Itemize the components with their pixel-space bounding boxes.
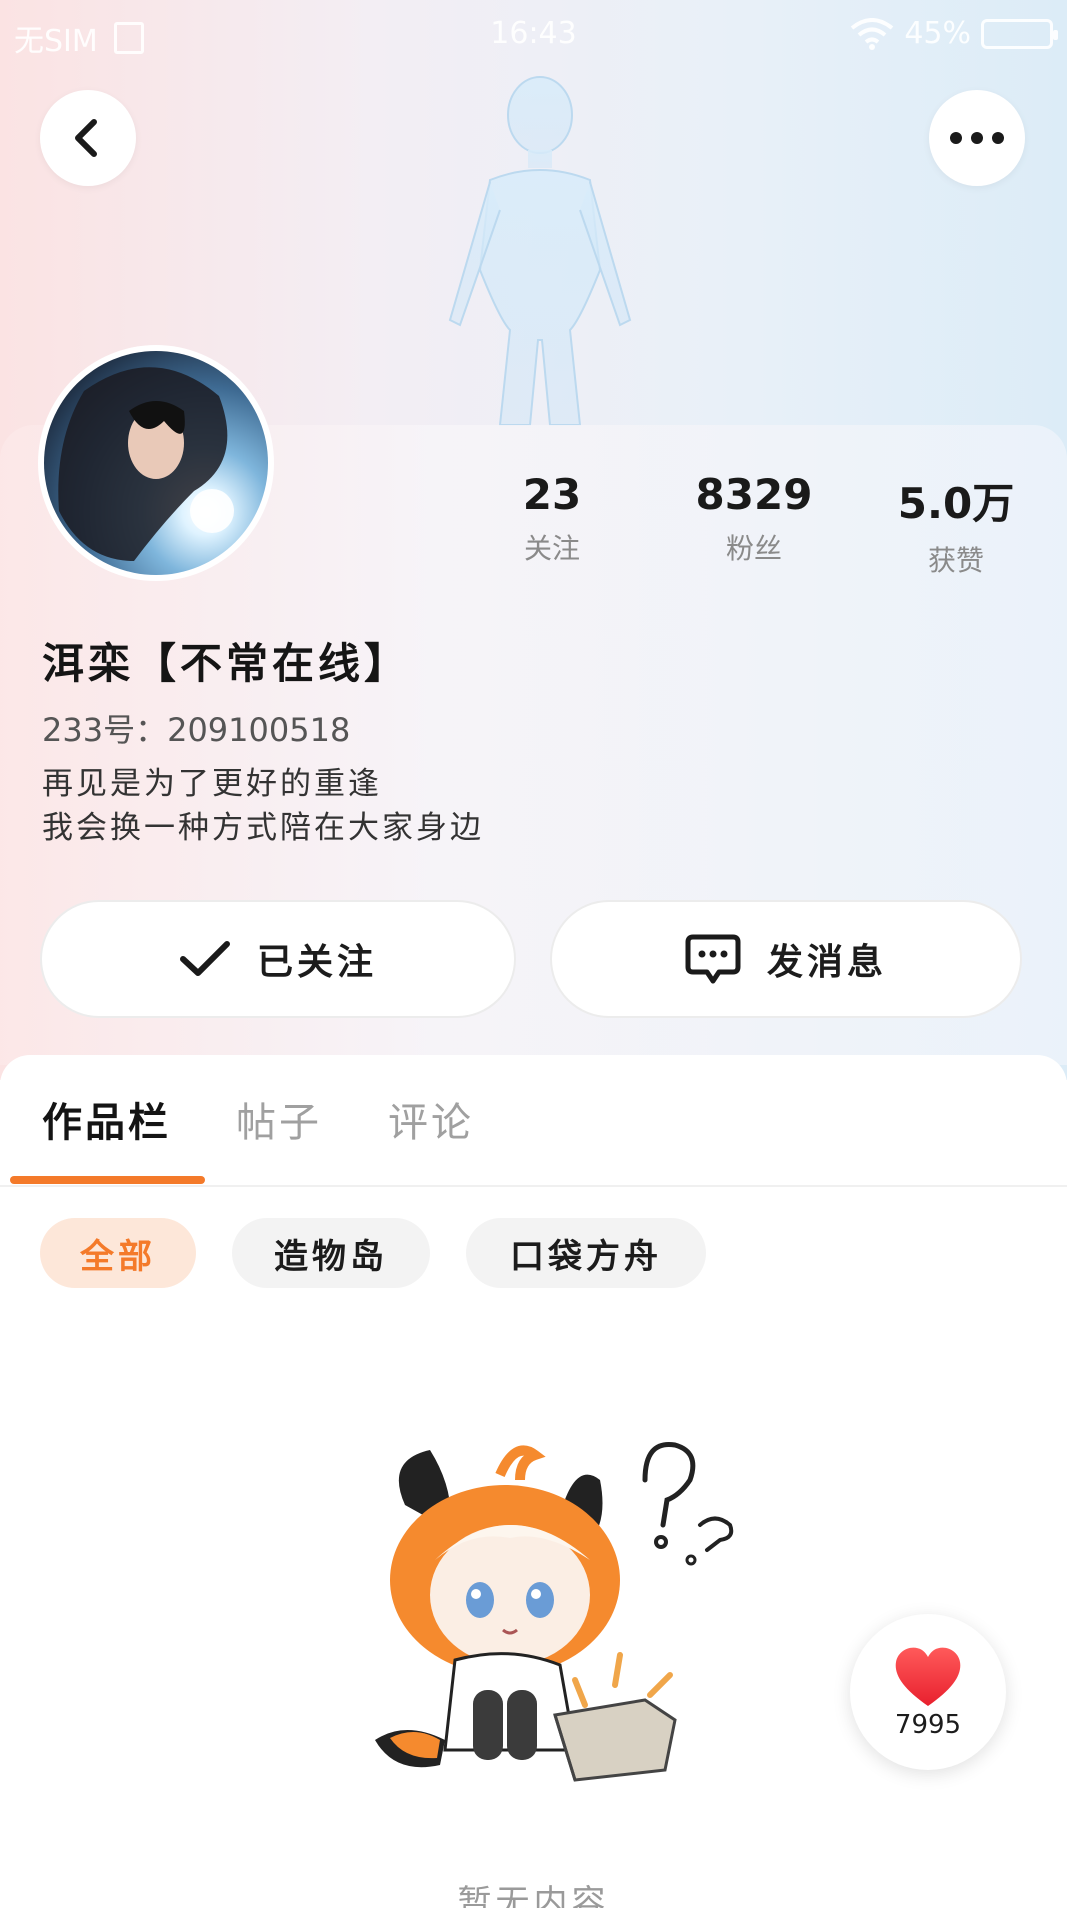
empty-state-illustration [375, 1441, 734, 1782]
wifi-icon [851, 17, 894, 50]
user-bio: 再见是为了更好的重逢 我会换一种方式陪在大家身边 [42, 762, 484, 850]
bio-line: 我会换一种方式陪在大家身边 [42, 810, 484, 846]
tab-works[interactable]: 作品栏 [42, 1090, 171, 1148]
user-name: 洱栾【不常在线】 [42, 639, 411, 688]
followers-count: 8329 [695, 470, 813, 519]
followed-button[interactable]: 已关注 [40, 900, 516, 1018]
filter-pocket-ark[interactable]: 口袋方舟 [466, 1218, 706, 1288]
followed-label: 已关注 [256, 942, 377, 983]
floating-like-button[interactable]: 7995 [850, 1614, 1006, 1770]
user-id[interactable]: 233号：209100518 [42, 705, 350, 751]
likes-stat: 5.0万 获赞 [866, 470, 1046, 579]
back-button[interactable] [40, 90, 136, 186]
likes-label: 获赞 [927, 544, 984, 577]
battery-icon [981, 18, 1058, 49]
tab-posts[interactable]: 帖子 [236, 1090, 322, 1148]
tab-comments[interactable]: 评论 [388, 1090, 474, 1148]
profile-stats: 23 关注 8329 粉丝 5.0万 获赞 [0, 470, 1067, 580]
likes-count: 5.0万 [897, 479, 1015, 528]
filter-all[interactable]: 全部 [40, 1218, 196, 1288]
ellipsis-icon [950, 132, 1004, 144]
tab-divider [0, 1185, 1067, 1187]
chevron-left-icon [75, 119, 97, 157]
checkmark-icon [179, 941, 230, 976]
hologram-figure [448, 76, 632, 426]
following-count: 23 [522, 470, 582, 519]
active-tab-indicator [10, 1176, 205, 1184]
send-message-button[interactable]: 发消息 [550, 900, 1022, 1018]
bio-line: 再见是为了更好的重逢 [42, 766, 382, 802]
followers-stat[interactable]: 8329 粉丝 [664, 470, 844, 567]
following-stat[interactable]: 23 关注 [462, 470, 642, 567]
chat-bubble-icon [685, 934, 741, 984]
send-message-label: 发消息 [766, 942, 887, 983]
more-button[interactable] [929, 90, 1025, 186]
following-label: 关注 [523, 532, 580, 565]
heart-icon [895, 1647, 961, 1706]
status-bar: 无SIM 16:43 45% [0, 0, 1067, 70]
battery-percent: 45% [904, 16, 971, 51]
empty-state-text: 暂无内容 [457, 1883, 610, 1908]
followers-label: 粉丝 [725, 532, 782, 565]
like-count: 7995 [894, 1710, 962, 1740]
content-tabs: 作品栏 帖子 评论 [0, 1090, 1067, 1190]
filter-creation-island[interactable]: 造物岛 [232, 1218, 430, 1288]
